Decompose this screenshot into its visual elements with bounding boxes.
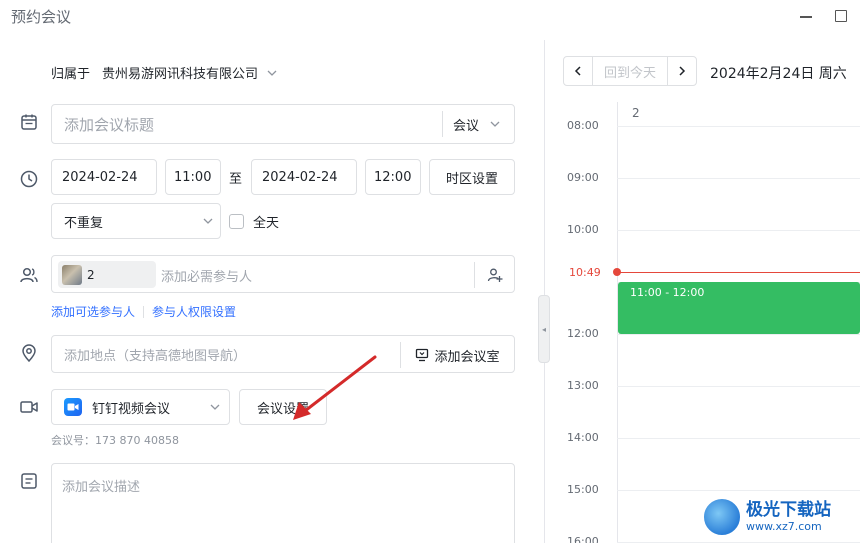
calendar-grid[interactable]: 2 08:00 09:00 10:00 12:00 13:00 14:00 15:00 16:… xyxy=(545,102,860,543)
video-meeting-select[interactable]: 钉钉视频会议 xyxy=(51,389,230,425)
video-meeting-value: 钉钉视频会议 xyxy=(92,401,171,417)
meeting-title-placeholder: 添加会议标题 xyxy=(64,115,155,134)
clock-icon xyxy=(19,169,39,189)
add-room-label: 添加会议室 xyxy=(434,349,500,365)
all-day-checkbox[interactable]: 全天 xyxy=(229,212,279,231)
window-title: 预约会议 xyxy=(11,8,72,26)
participant-count: 2 xyxy=(87,267,95,282)
hour-label: 10:00 xyxy=(567,223,599,236)
meeting-form: 归属于 贵州易游网讯科技有限公司 添加会议标题 会议 2024-02-24 11… xyxy=(0,34,544,543)
maximize-button[interactable] xyxy=(835,10,847,22)
back-to-today-button[interactable]: 回到今天 xyxy=(592,56,668,86)
location-placeholder: 添加地点（支持高德地图导航） xyxy=(64,348,247,364)
hour-line xyxy=(617,126,860,127)
end-time-picker[interactable]: 12:00 xyxy=(365,159,421,195)
event-time: 11:00 - 12:00 xyxy=(630,286,705,299)
people-icon xyxy=(19,265,39,285)
hour-label: 15:00 xyxy=(567,483,599,496)
video-camera-icon xyxy=(19,397,39,417)
to-label: 至 xyxy=(229,172,243,187)
watermark-name: 极光下载站 xyxy=(746,499,831,520)
participant-permissions-link[interactable]: 参与人权限设置 xyxy=(152,303,236,320)
hour-line xyxy=(617,438,860,439)
hour-line xyxy=(617,230,860,231)
hour-line xyxy=(617,334,860,335)
all-day-label: 全天 xyxy=(253,216,280,231)
chevron-down-icon xyxy=(203,218,213,224)
hour-line xyxy=(617,178,860,179)
video-option: 钉钉视频会议 xyxy=(64,398,170,417)
red-arrow-annotation xyxy=(293,355,377,420)
repeat-select[interactable]: 不重复 xyxy=(51,203,221,239)
add-person-icon xyxy=(487,268,502,282)
meeting-type-value: 会议 xyxy=(453,118,480,134)
hour-line xyxy=(617,386,860,387)
add-optional-participants-link[interactable]: 添加可选参与人 xyxy=(51,303,135,320)
repeat-value: 不重复 xyxy=(64,215,104,231)
next-day-button[interactable] xyxy=(667,56,697,86)
participants-input[interactable]: 2 添加必需参与人 xyxy=(51,255,515,293)
start-time-picker[interactable]: 11:00 xyxy=(165,159,221,195)
meeting-title-input[interactable]: 添加会议标题 会议 xyxy=(51,104,515,144)
title-bar: 预约会议 xyxy=(0,0,860,34)
add-room-button[interactable]: 添加会议室 xyxy=(400,342,514,368)
meeting-room-icon xyxy=(416,348,429,362)
watermark-url: www.xz7.com xyxy=(746,519,822,533)
participants-placeholder: 添加必需参与人 xyxy=(161,270,253,285)
calendar-icon xyxy=(19,112,39,132)
hour-label: 09:00 xyxy=(567,171,599,184)
description-textarea[interactable]: 添加会议描述 xyxy=(51,463,515,543)
hour-label: 12:00 xyxy=(567,327,599,340)
description-placeholder: 添加会议描述 xyxy=(62,480,141,495)
hour-label: 16:00 xyxy=(567,535,599,543)
dingtalk-video-icon xyxy=(64,398,82,416)
add-person-button[interactable] xyxy=(474,262,514,288)
prev-day-button[interactable] xyxy=(563,56,593,86)
watermark-logo-icon xyxy=(702,496,742,537)
watermark-text: 极光下载站 www.xz7.com xyxy=(746,500,831,534)
chevron-right-icon xyxy=(679,66,686,76)
meeting-id: 会议号：173 870 40858 xyxy=(51,434,179,447)
end-date-picker[interactable]: 2024-02-24 xyxy=(251,159,357,195)
calendar-panel: 回到今天 2024年2月24日 周六 2 08:00 09:00 10:00 12:0… xyxy=(545,34,860,543)
watermark: 极光下载站 www.xz7.com xyxy=(702,490,860,543)
chevron-down-icon xyxy=(490,121,500,127)
minimize-button[interactable] xyxy=(799,9,813,23)
hour-label: 08:00 xyxy=(567,119,599,132)
current-time-label: 10:49 xyxy=(569,266,601,279)
hour-label: 13:00 xyxy=(567,379,599,392)
avatar xyxy=(62,264,82,285)
location-input[interactable]: 添加地点（支持高德地图导航） 添加会议室 xyxy=(51,335,515,373)
description-icon xyxy=(19,471,39,491)
meeting-type-select[interactable]: 会议 xyxy=(442,111,514,137)
checkbox-box[interactable] xyxy=(229,214,244,229)
calendar-event[interactable]: 11:00 - 12:00 xyxy=(618,282,860,334)
participant-links: 添加可选参与人 参与人权限设置 xyxy=(51,303,236,320)
participant-chip[interactable]: 2 xyxy=(58,261,156,288)
link-divider xyxy=(143,305,145,318)
timezone-settings-button[interactable]: 时区设置 xyxy=(429,159,515,195)
location-pin-icon xyxy=(19,343,39,363)
organization-name: 贵州易游网讯科技有限公司 xyxy=(102,67,259,82)
current-time-line xyxy=(617,272,860,273)
belong-label: 归属于 xyxy=(51,67,91,82)
hour-label: 14:00 xyxy=(567,431,599,444)
day-column-header: 2 xyxy=(632,106,640,120)
start-date-picker[interactable]: 2024-02-24 xyxy=(51,159,157,195)
chevron-down-icon xyxy=(267,70,277,76)
calendar-date-heading: 2024年2月24日 周六 xyxy=(710,66,847,82)
chevron-left-icon xyxy=(574,66,581,76)
organization-selector[interactable]: 归属于 贵州易游网讯科技有限公司 xyxy=(51,63,278,82)
chevron-down-icon xyxy=(210,404,220,410)
